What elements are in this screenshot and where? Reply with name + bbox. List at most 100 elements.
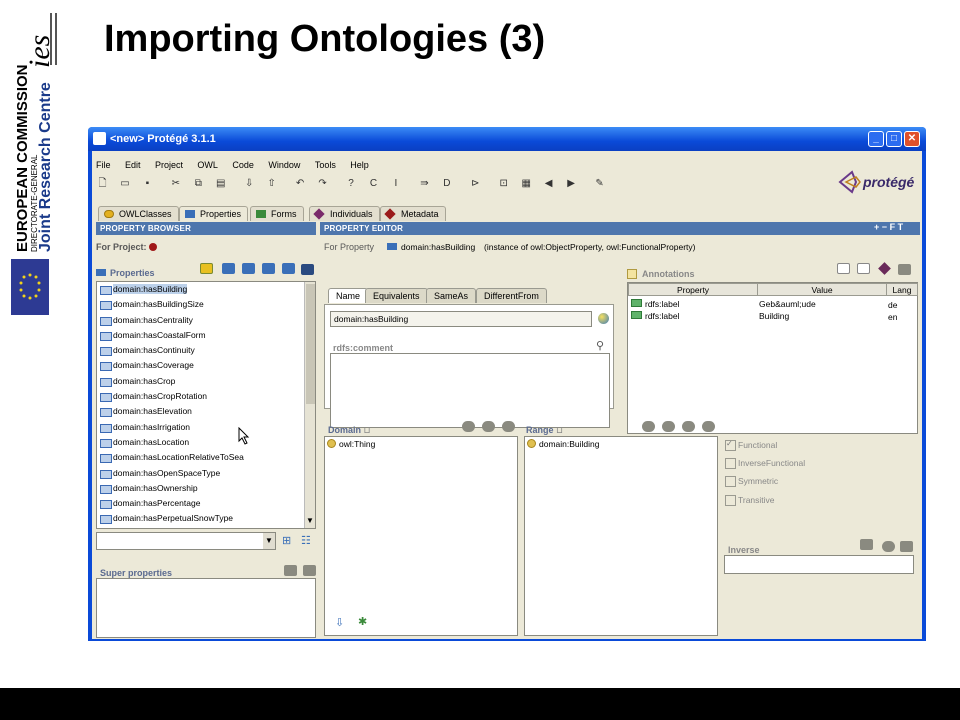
inverse-functional-checkbox[interactable]: InverseFunctional	[725, 458, 805, 469]
remove-icon[interactable]: −	[882, 222, 887, 232]
save-icon[interactable]: ▪	[141, 177, 154, 190]
classify-icon[interactable]: C	[367, 177, 380, 190]
remove-superproperty-icon[interactable]	[303, 565, 316, 576]
domain-item[interactable]: owl:Thing	[327, 439, 375, 449]
run-icon[interactable]: ⇛	[418, 177, 431, 190]
undo-icon[interactable]: ↶	[294, 177, 307, 190]
comment-textarea[interactable]	[330, 353, 610, 428]
paste-icon[interactable]: ▤	[214, 177, 227, 190]
add-superproperty-icon[interactable]	[284, 565, 297, 576]
menu-file[interactable]: File	[96, 160, 111, 170]
maximize-button[interactable]: □	[886, 131, 902, 147]
add-range-item-icon[interactable]	[682, 421, 695, 432]
tab-owlclasses[interactable]: OWLClasses	[98, 206, 179, 221]
create-inverse-icon[interactable]	[882, 541, 895, 552]
create-property-icon[interactable]	[200, 263, 213, 274]
property-list-item[interactable]: domain:hasIrrigation	[97, 420, 303, 435]
cut-icon[interactable]: ✂	[169, 177, 182, 190]
copy-icon[interactable]: ⧉	[192, 177, 205, 190]
bug-icon[interactable]: ✱	[358, 615, 367, 628]
transitive-checkbox[interactable]: Transitive	[725, 495, 775, 506]
add-icon[interactable]: +	[874, 222, 879, 232]
property-list-item[interactable]: domain:hasLocationRelativeToSea	[97, 450, 303, 465]
import-icon[interactable]: ⇩	[243, 177, 256, 190]
add-individual-icon[interactable]	[878, 262, 891, 275]
column-header-lang[interactable]: Lang	[886, 283, 918, 296]
create-subproperty-icon[interactable]	[262, 263, 275, 274]
property-list-item[interactable]: domain:hasLocation	[97, 435, 303, 450]
export-icon[interactable]: ⇧	[265, 177, 278, 190]
menu-window[interactable]: Window	[268, 160, 300, 170]
import-property-icon[interactable]: ⇩	[335, 616, 344, 629]
window-titlebar[interactable]: <new> Protégé 3.1.1 _ □ ✕	[88, 127, 926, 151]
property-list-item[interactable]: domain:hasPerpetualSnowType	[97, 511, 303, 526]
search-dropdown-icon[interactable]: ▼	[263, 533, 275, 549]
create-domain-expression-icon[interactable]	[482, 421, 495, 432]
menu-edit[interactable]: Edit	[125, 160, 141, 170]
remove-range-class-icon[interactable]	[702, 421, 715, 432]
subtab-differentfrom[interactable]: DifferentFrom	[476, 288, 547, 303]
redo-icon[interactable]: ↷	[316, 177, 329, 190]
menu-code[interactable]: Code	[232, 160, 254, 170]
create-range-expression-icon[interactable]	[662, 421, 675, 432]
property-list-item[interactable]: domain:hasCropRotation	[97, 389, 303, 404]
symmetric-checkbox[interactable]: Symmetric	[725, 476, 778, 487]
create-annotation-property-icon[interactable]	[282, 263, 295, 274]
pencil-icon[interactable]: ✎	[593, 177, 606, 190]
back-arrow-icon[interactable]: ◀	[542, 177, 555, 190]
menu-help[interactable]: Help	[350, 160, 369, 170]
open-folder-icon[interactable]: ▭	[118, 177, 131, 190]
subtab-equivalents[interactable]: Equivalents	[365, 288, 428, 303]
tab-individuals[interactable]: Individuals	[309, 206, 380, 221]
tree-icon[interactable]: T	[898, 222, 904, 232]
property-list-item[interactable]: domain:hasOpenSpaceType	[97, 466, 303, 481]
add-range-class-icon[interactable]	[642, 421, 655, 432]
delete-property-icon[interactable]	[301, 264, 314, 275]
check-consistency-icon[interactable]: ?	[345, 177, 358, 190]
property-list-item[interactable]: domain:hasContinuity	[97, 343, 303, 358]
test-icon[interactable]: ⊳	[469, 177, 482, 190]
property-list-item[interactable]: domain:hasBuildingSize	[97, 297, 303, 312]
remove-annotation-icon[interactable]	[898, 264, 911, 275]
new-file-icon[interactable]: 🗋	[96, 177, 109, 190]
functional-checkbox[interactable]: Functional	[725, 439, 777, 451]
property-list-item[interactable]: domain:hasBuilding	[97, 282, 303, 297]
property-list-item[interactable]: domain:hasElevation	[97, 404, 303, 419]
scroll-down-icon[interactable]: ▼	[306, 516, 314, 525]
remove-domain-class-icon[interactable]	[502, 421, 515, 432]
create-datatype-property-icon[interactable]	[242, 263, 255, 274]
search-icon[interactable]: ⚲	[596, 339, 604, 352]
add-inverse-icon[interactable]	[860, 539, 873, 550]
property-list-item[interactable]: domain:hasCentrality	[97, 313, 303, 328]
property-list-item[interactable]: domain:hasCoverage	[97, 358, 303, 373]
subtab-name[interactable]: Name	[328, 288, 369, 303]
view-options-icon[interactable]: ☷	[301, 534, 311, 547]
property-list-item[interactable]: domain:hasPercentage	[97, 496, 303, 511]
remove-inverse-icon[interactable]	[900, 541, 913, 552]
minimize-button[interactable]: _	[868, 131, 884, 147]
range-item[interactable]: domain:Building	[527, 439, 599, 449]
tab-properties[interactable]: Properties	[179, 206, 249, 221]
compute-inferred-icon[interactable]: I	[389, 177, 402, 190]
add-annotation-icon[interactable]	[837, 263, 850, 274]
name-field[interactable]: domain:hasBuilding	[330, 311, 592, 327]
add-annotation-value-icon[interactable]	[857, 263, 870, 274]
add-domain-class-icon[interactable]	[462, 421, 475, 432]
column-header-property[interactable]: Property	[628, 283, 758, 296]
menu-owl[interactable]: OWL	[197, 160, 218, 170]
create-object-property-icon[interactable]	[222, 263, 235, 274]
filter-icon[interactable]: F	[890, 222, 896, 232]
form-icon[interactable]: ⊡	[497, 177, 510, 190]
globe-icon[interactable]	[598, 313, 609, 324]
table-icon[interactable]: ▦	[520, 177, 533, 190]
menu-project[interactable]: Project	[155, 160, 183, 170]
column-header-value[interactable]: Value	[757, 283, 887, 296]
property-list-scrollbar[interactable]: ▼	[304, 282, 315, 528]
close-button[interactable]: ✕	[904, 131, 920, 147]
scroll-thumb[interactable]	[306, 284, 315, 404]
tab-metadata[interactable]: Metadata	[380, 206, 446, 221]
property-list-item[interactable]: domain:hasCoastalForm	[97, 328, 303, 343]
tab-forms[interactable]: Forms	[250, 206, 304, 221]
find-icon[interactable]: ⊞	[282, 534, 291, 547]
inverse-field[interactable]	[724, 555, 914, 574]
